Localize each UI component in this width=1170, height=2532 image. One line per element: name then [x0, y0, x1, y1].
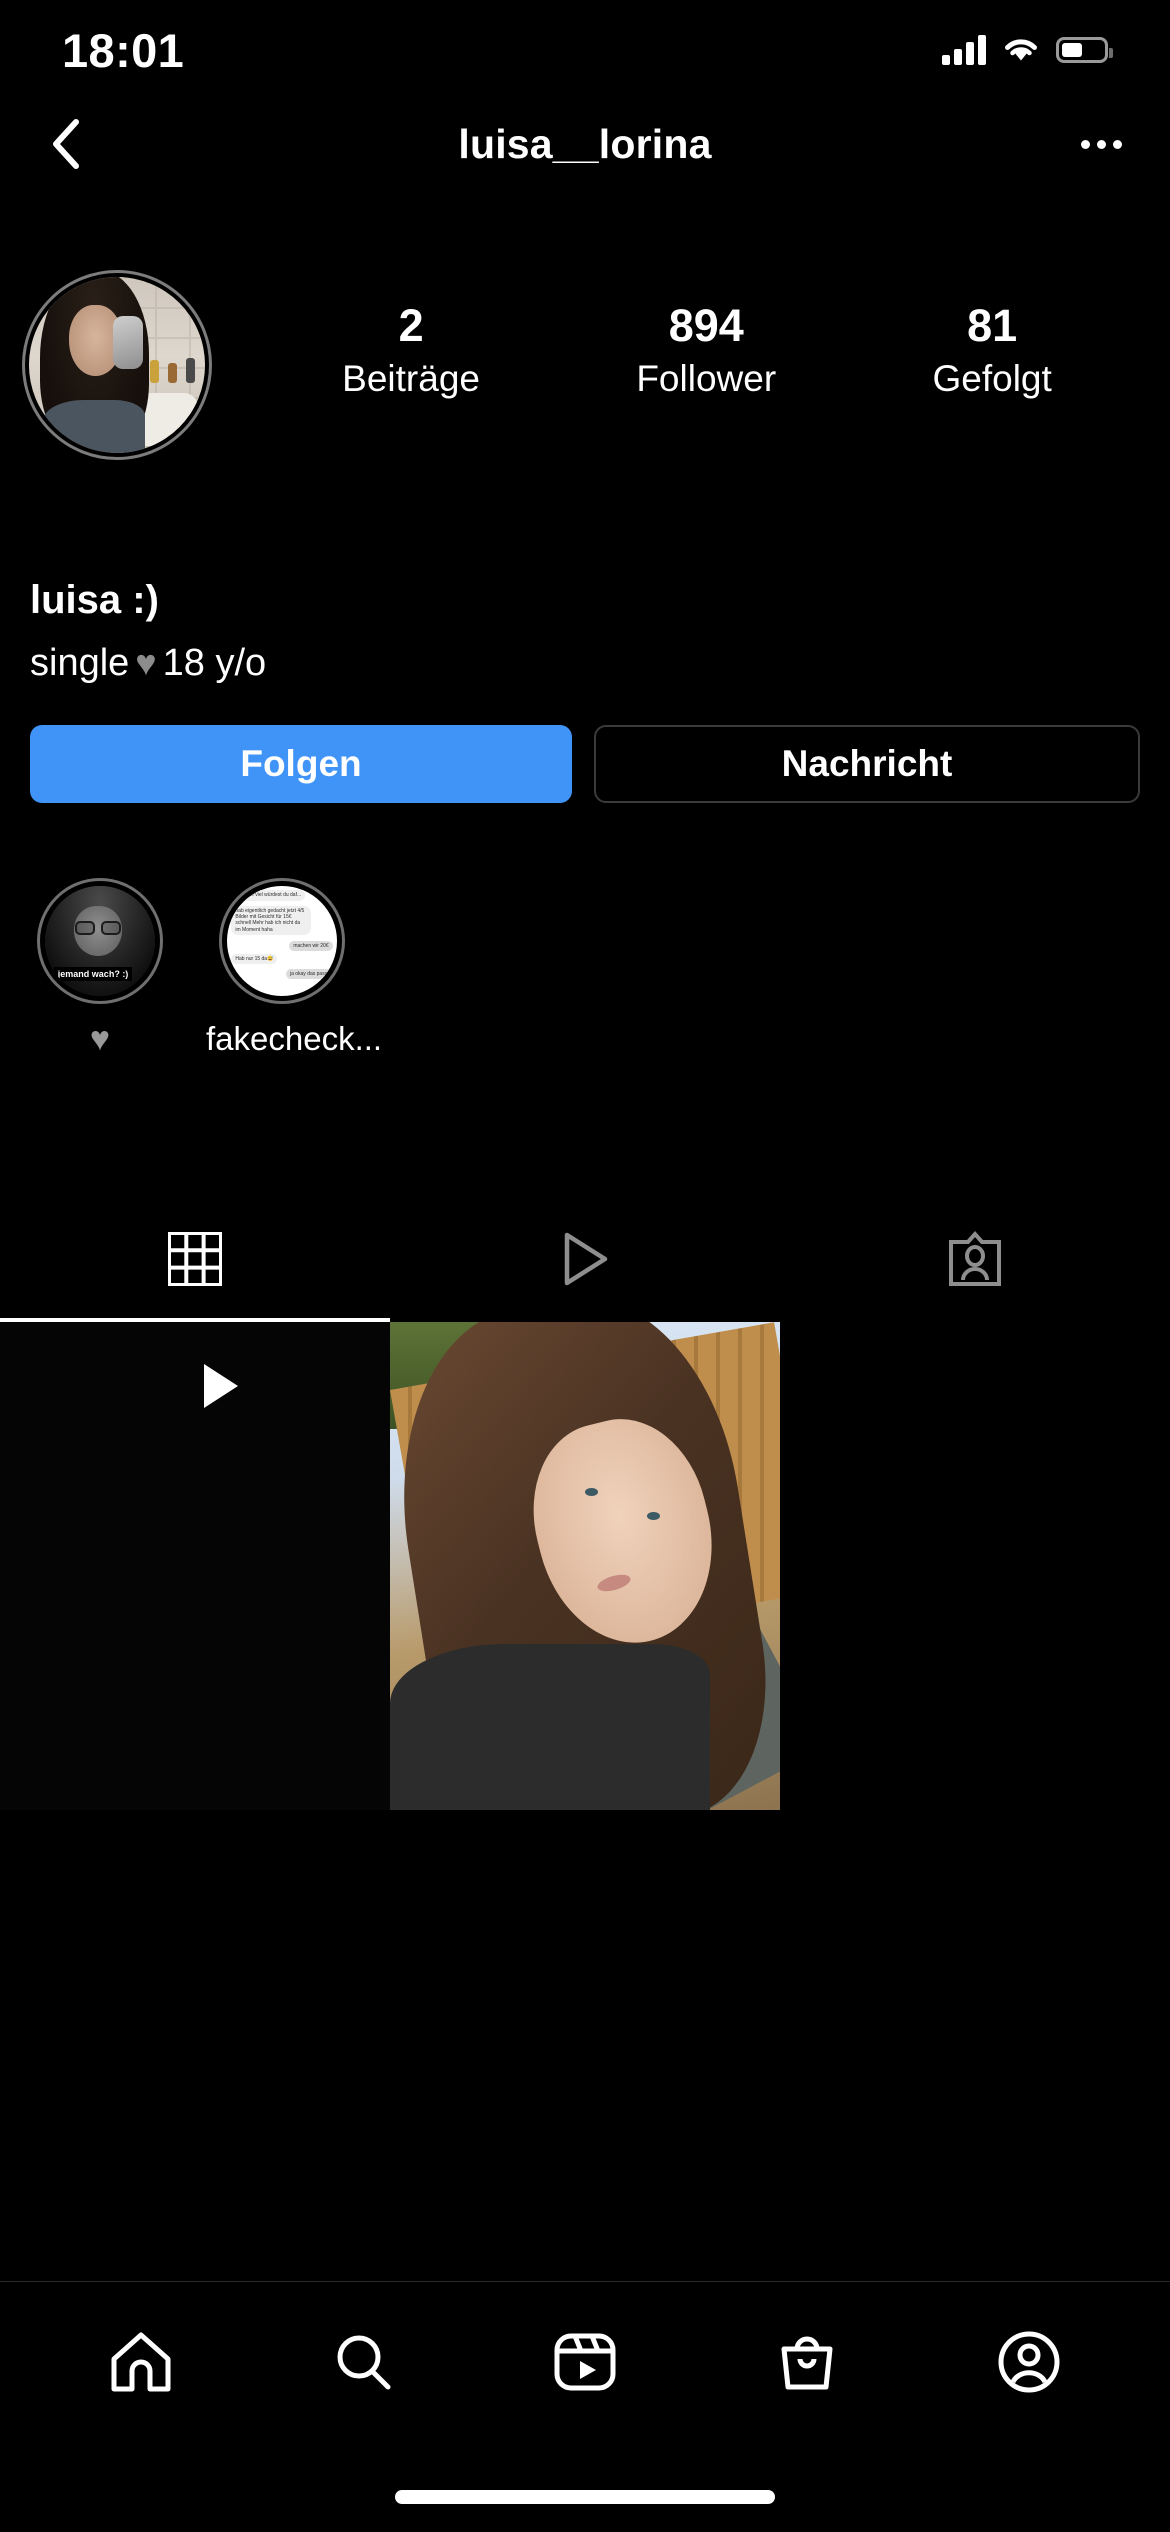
chat-bubble: wie viel würdest du daf... [242, 890, 306, 901]
tagged-person-icon [949, 1230, 1001, 1286]
nav-shop[interactable] [747, 2302, 867, 2422]
page-title: luisa__lorina [458, 120, 712, 167]
bottom-navigation [0, 2282, 1170, 2442]
grid-cell-empty [780, 1322, 1170, 1810]
bio-prefix: single [30, 642, 130, 684]
nav-reels[interactable] [525, 2302, 645, 2422]
highlight-cover-caption: jemand wach? :) [53, 966, 133, 981]
nav-search[interactable] [303, 2302, 423, 2422]
post-grid [0, 1322, 1170, 1810]
stat-following-label: Gefolgt [932, 357, 1052, 399]
chat-bubble: machen wir 20€ [289, 941, 333, 952]
home-icon [111, 2332, 171, 2392]
highlight-label: ♥ [89, 1020, 111, 1058]
tab-tagged[interactable] [780, 1200, 1170, 1318]
back-chevron-icon[interactable] [38, 114, 98, 174]
highlight-cover: jemand wach? :) [45, 886, 155, 996]
highlight-item[interactable]: wie viel würdest du daf... hab eigentlic… [206, 878, 383, 1059]
highlight-ring: wie viel würdest du daf... hab eigentlic… [219, 878, 345, 1004]
instagram-profile-screen: 18:01 luisa__lorina 2 Beiträge 894 Follo… [0, 0, 1170, 2532]
stat-posts-label: Beiträge [342, 357, 480, 399]
follow-button[interactable]: Folgen [30, 725, 572, 803]
search-icon [337, 2335, 391, 2390]
battery-icon [1056, 37, 1113, 63]
message-button[interactable]: Nachricht [594, 725, 1140, 803]
bio-section: luisa :) single ♥ 18 y/o [30, 578, 930, 688]
navigation-header: luisa__lorina [0, 100, 1170, 188]
nav-profile[interactable] [969, 2302, 1089, 2422]
profile-actions: Folgen Nachricht [30, 725, 1140, 803]
chat-bubble: Hab nur 15 da😅 [231, 954, 278, 965]
tab-grid[interactable] [0, 1200, 390, 1318]
stat-followers[interactable]: 894 Follower [636, 300, 776, 400]
stat-followers-label: Follower [636, 357, 777, 399]
stat-followers-value: 894 [668, 300, 744, 351]
profile-summary: 2 Beiträge 894 Follower 81 Gefolgt [0, 270, 1170, 460]
story-highlights: jemand wach? :) ♥ wie viel würdest du da… [0, 878, 1170, 1059]
bio-suffix: 18 y/o [162, 642, 267, 684]
cellular-signal-icon [942, 35, 986, 65]
chat-bubble: ja okay das passt [285, 968, 333, 979]
home-indicator [395, 2490, 775, 2504]
highlight-label: fakecheck... [206, 1020, 383, 1057]
wifi-icon [1005, 39, 1037, 61]
display-name: luisa :) [30, 578, 159, 622]
shopping-bag-icon [781, 2336, 833, 2390]
grid-icon [168, 1232, 222, 1286]
status-indicators [942, 35, 1113, 65]
tab-reels[interactable] [390, 1200, 780, 1318]
more-options-icon[interactable] [1072, 114, 1132, 174]
highlight-item[interactable]: jemand wach? :) ♥ [24, 878, 176, 1059]
stat-following[interactable]: 81 Gefolgt [933, 300, 1052, 400]
black-heart-icon: ♥ [135, 642, 157, 684]
stat-posts[interactable]: 2 Beiträge [342, 300, 480, 400]
highlight-ring: jemand wach? :) [37, 878, 163, 1004]
profile-stats: 2 Beiträge 894 Follower 81 Gefolgt [212, 270, 1170, 400]
grid-cell-post[interactable] [390, 1322, 780, 1810]
play-icon [204, 1364, 238, 1408]
status-time: 18:01 [62, 23, 185, 77]
stat-posts-value: 2 [398, 300, 424, 351]
nav-home[interactable] [81, 2302, 201, 2422]
profile-avatar-icon [998, 2331, 1060, 2393]
status-bar: 18:01 [0, 0, 1170, 100]
profile-tabs [0, 1200, 1170, 1318]
reels-play-icon [564, 1232, 608, 1286]
stat-following-value: 81 [967, 300, 1018, 351]
chat-bubble: hab eigentlich gedacht jetzt 4/5 Bilder … [231, 905, 311, 935]
bio-text: single ♥ 18 y/o [30, 639, 930, 688]
highlight-cover: wie viel würdest du daf... hab eigentlic… [227, 886, 337, 996]
grid-cell-post[interactable] [0, 1322, 390, 1810]
avatar[interactable] [22, 270, 212, 460]
reels-icon [554, 2333, 616, 2391]
